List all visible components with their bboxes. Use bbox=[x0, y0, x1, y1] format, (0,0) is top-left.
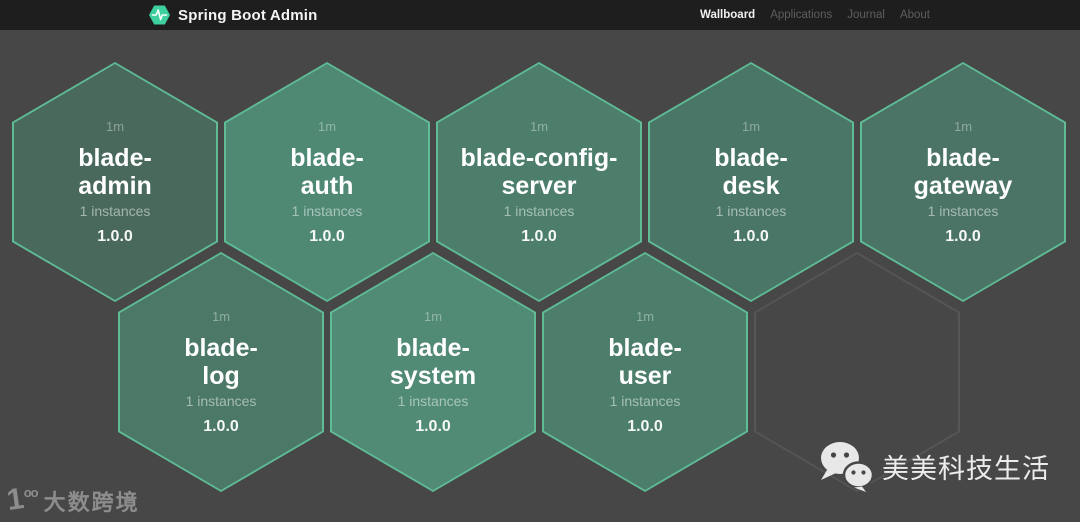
tile-app-name-line: system bbox=[389, 361, 477, 390]
tile-age: 1m bbox=[423, 308, 443, 324]
tile-app-name-line: gateway bbox=[913, 171, 1013, 200]
tile-app-name-line: blade- bbox=[608, 333, 682, 362]
tile-instance-count: 1 instances bbox=[503, 202, 575, 219]
tile-version: 1.0.0 bbox=[97, 227, 133, 245]
spring-boot-admin-logo-icon bbox=[149, 5, 170, 25]
tile-app-name-line: log bbox=[202, 361, 240, 390]
tile-app-name: blade-log bbox=[184, 334, 258, 390]
tile-app-name: blade-config-server bbox=[461, 144, 618, 200]
tile-age: 1m bbox=[317, 118, 337, 134]
tile-age: 1m bbox=[635, 308, 655, 324]
tile-app-name-line: auth bbox=[300, 171, 354, 200]
hex-tile-content: 1m blade-log 1 instances 1.0.0 bbox=[118, 252, 324, 492]
tile-app-name: blade-gateway bbox=[914, 144, 1013, 200]
tile-instance-count: 1 instances bbox=[185, 392, 257, 409]
brand[interactable]: Spring Boot Admin bbox=[148, 4, 318, 26]
hex-tile-content: 1m blade-user 1 instances 1.0.0 bbox=[542, 252, 748, 492]
tile-app-name-line: admin bbox=[78, 171, 152, 200]
app-header: Spring Boot Admin Wallboard Applications J… bbox=[0, 0, 1080, 30]
tile-app-name-line: blade- bbox=[396, 333, 470, 362]
tile-app-name-line: blade- bbox=[78, 143, 152, 172]
tile-version: 1.0.0 bbox=[521, 227, 557, 245]
tile-app-name: blade-system bbox=[390, 334, 476, 390]
tile-version: 1.0.0 bbox=[945, 227, 981, 245]
tile-app-name: blade-desk bbox=[714, 144, 788, 200]
tile-app-name: blade-admin bbox=[78, 144, 152, 200]
tile-app-name-line: user bbox=[618, 361, 672, 390]
tile-app-name-line: blade- bbox=[290, 143, 364, 172]
tile-age: 1m bbox=[529, 118, 549, 134]
tile-instance-count: 1 instances bbox=[79, 202, 151, 219]
tile-app-name: blade-auth bbox=[290, 144, 364, 200]
tile-instance-count: 1 instances bbox=[397, 392, 469, 409]
hex-tile-empty bbox=[754, 252, 960, 492]
tile-version: 1.0.0 bbox=[733, 227, 769, 245]
tile-instance-count: 1 instances bbox=[291, 202, 363, 219]
tile-instance-count: 1 instances bbox=[927, 202, 999, 219]
tile-app-name-line: blade-config- bbox=[460, 143, 618, 172]
tile-instance-count: 1 instances bbox=[609, 392, 681, 409]
nav-item-applications[interactable]: Applications bbox=[770, 9, 832, 21]
hex-tile-blade-user[interactable]: 1m blade-user 1 instances 1.0.0 bbox=[542, 252, 748, 492]
tile-app-name-line: blade- bbox=[184, 333, 258, 362]
tile-app-name-line: desk bbox=[722, 171, 780, 200]
tile-version: 1.0.0 bbox=[627, 417, 663, 435]
nav-item-journal[interactable]: Journal bbox=[847, 9, 885, 21]
tile-age: 1m bbox=[741, 118, 761, 134]
tile-app-name: blade-user bbox=[608, 334, 682, 390]
tile-version: 1.0.0 bbox=[309, 227, 345, 245]
wallboard: 1m blade-admin 1 instances 1.0.0 1m blad… bbox=[0, 30, 1080, 522]
hex-tile-content: 1m blade-system 1 instances 1.0.0 bbox=[330, 252, 536, 492]
tile-version: 1.0.0 bbox=[203, 417, 239, 435]
hex-tile-blade-log[interactable]: 1m blade-log 1 instances 1.0.0 bbox=[118, 252, 324, 492]
hex-tile-blade-system[interactable]: 1m blade-system 1 instances 1.0.0 bbox=[330, 252, 536, 492]
tile-app-name-line: server bbox=[501, 171, 577, 200]
tile-version: 1.0.0 bbox=[415, 417, 451, 435]
tile-age: 1m bbox=[953, 118, 973, 134]
brand-title: Spring Boot Admin bbox=[178, 6, 318, 24]
tile-app-name-line: blade- bbox=[926, 143, 1000, 172]
nav-item-wallboard[interactable]: Wallboard bbox=[700, 9, 755, 21]
tile-age: 1m bbox=[211, 308, 231, 324]
tile-instance-count: 1 instances bbox=[715, 202, 787, 219]
tile-app-name-line: blade- bbox=[714, 143, 788, 172]
tile-age: 1m bbox=[105, 118, 125, 134]
nav-item-about[interactable]: About bbox=[900, 9, 930, 21]
main-nav: Wallboard Applications Journal About bbox=[700, 9, 930, 21]
empty-hex-fill bbox=[756, 254, 958, 490]
